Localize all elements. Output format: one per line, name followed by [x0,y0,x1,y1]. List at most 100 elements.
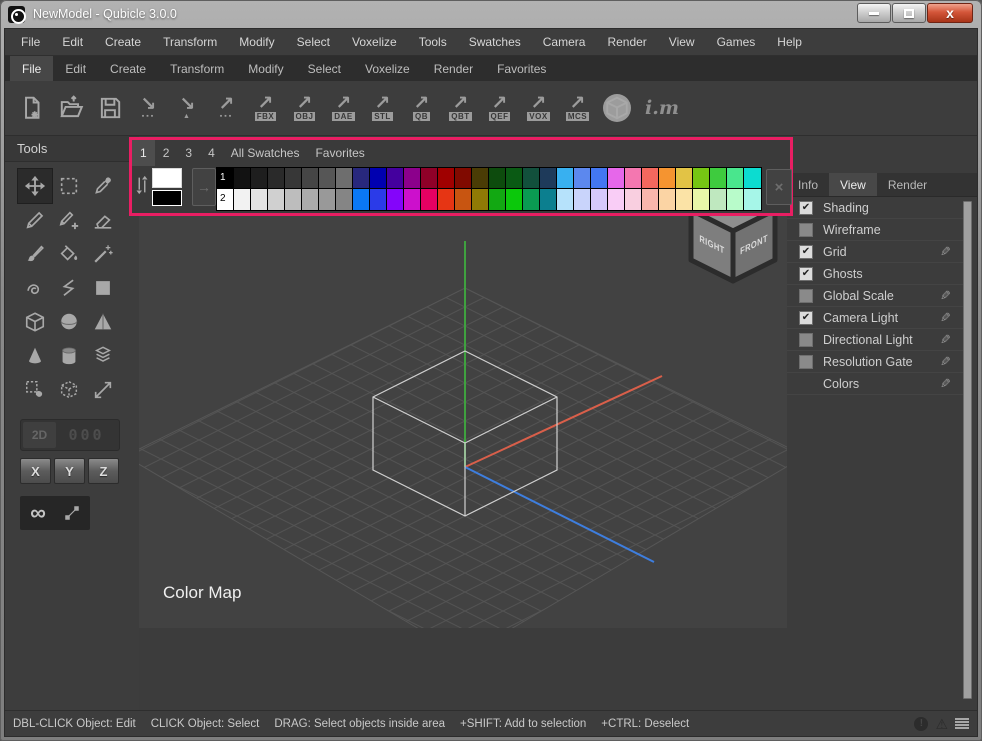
swatch[interactable] [455,189,472,210]
swatch[interactable] [438,189,455,210]
swatch[interactable] [387,189,404,210]
directional-light-checkbox[interactable] [799,333,813,347]
swatch[interactable] [710,189,727,210]
swatch[interactable] [506,189,523,210]
menu-render[interactable]: Render [596,29,657,55]
swatch[interactable] [625,189,642,210]
erase-tool[interactable] [86,203,120,237]
swatch[interactable] [557,168,574,189]
swatch[interactable] [540,189,557,210]
delete-swatch-button[interactable]: × [766,169,792,205]
swatch[interactable] [523,189,540,210]
color-picker-tool[interactable] [86,169,120,203]
edit-pencil-icon[interactable]: ✎ [940,288,951,304]
swatch[interactable] [455,168,472,189]
swatch[interactable] [336,168,353,189]
rect-select-tool[interactable] [52,169,86,203]
menu-swatches[interactable]: Swatches [458,29,532,55]
swatch-tab-3[interactable]: 3 [177,140,200,166]
panel-scrollbar[interactable] [963,201,972,699]
menu-games[interactable]: Games [706,29,767,55]
swatch[interactable] [404,189,421,210]
menu-help[interactable]: Help [766,29,813,55]
swatch[interactable] [319,168,336,189]
scene-3d-view[interactable]: TOP RIGHT FRONT ⌂ Color Map [139,169,787,628]
menu-create[interactable]: Create [94,29,152,55]
toolbar-sketchfab-button[interactable] [600,87,633,129]
swatch[interactable] [693,189,710,210]
menu-edit[interactable]: Edit [51,29,94,55]
swatch[interactable] [642,168,659,189]
background-color[interactable] [152,190,182,206]
swatch[interactable] [625,168,642,189]
swatch[interactable] [472,189,489,210]
close-button[interactable]: x [927,3,973,23]
swatch[interactable] [421,168,438,189]
swatch[interactable] [353,168,370,189]
swatch[interactable] [710,168,727,189]
foreground-color[interactable] [152,168,182,188]
edit-pencil-icon[interactable]: ✎ [940,244,951,260]
grid-checkbox[interactable]: ✔ [799,245,813,259]
swatch[interactable] [676,168,693,189]
ribbon-tab-favorites[interactable]: Favorites [485,56,558,81]
swatch[interactable] [727,168,744,189]
swatch[interactable] [251,189,268,210]
swatch[interactable] [540,168,557,189]
menu-view[interactable]: View [658,29,706,55]
swatch[interactable] [591,189,608,210]
tab-view[interactable]: View [829,173,877,196]
magic-wand-tool[interactable] [86,237,120,271]
cylinder-tool[interactable] [52,339,86,373]
swatch[interactable] [302,189,319,210]
swatch[interactable]: 2 [217,189,234,210]
toolbar-export-fbx-button[interactable]: ↗FBX [249,87,282,129]
swatch[interactable] [744,189,761,210]
line-tool[interactable] [52,271,86,305]
toolbar-import-button[interactable]: ↘▪▪▪ [132,87,165,129]
ribbon-tab-edit[interactable]: Edit [53,56,98,81]
toolbar-export-mcs-button[interactable]: ↗MCS [561,87,594,129]
slice-tool[interactable] [86,339,120,373]
minimize-button[interactable] [857,3,891,23]
tab-render[interactable]: Render [877,173,938,196]
toolbar-export-qbt-button[interactable]: ↗QBT [444,87,477,129]
ribbon-tab-file[interactable]: File [10,56,53,81]
swatch[interactable] [285,189,302,210]
swatch[interactable] [438,168,455,189]
swatch[interactable] [574,168,591,189]
menu-select[interactable]: Select [286,29,341,55]
toolbar-import-mesh-button[interactable]: ↘▲ [171,87,204,129]
swatch-tab-favorites[interactable]: Favorites [307,140,372,166]
axis-y-button[interactable]: Y [54,458,85,484]
menu-tools[interactable]: Tools [408,29,458,55]
pull-tool[interactable] [18,271,52,305]
swatch[interactable] [506,168,523,189]
swatch[interactable] [268,189,285,210]
menu-modify[interactable]: Modify [228,29,285,55]
camera-light-checkbox[interactable]: ✔ [799,311,813,325]
mask-button[interactable]: ∞ [22,498,54,528]
swatch-tab-all-swatches[interactable]: All Swatches [223,140,308,166]
menu-voxelize[interactable]: Voxelize [341,29,408,55]
ribbon-tab-voxelize[interactable]: Voxelize [353,56,422,81]
pyramid-tool[interactable] [86,305,120,339]
swatch[interactable] [557,189,574,210]
swatch[interactable] [421,189,438,210]
line-mode-button[interactable] [56,498,88,528]
toolbar-export-dae-button[interactable]: ↗DAE [327,87,360,129]
swatch[interactable] [387,168,404,189]
ribbon-tab-transform[interactable]: Transform [158,56,236,81]
ribbon-tab-modify[interactable]: Modify [236,56,295,81]
global-scale-checkbox[interactable] [799,289,813,303]
sphere-tool[interactable] [52,305,86,339]
swatch[interactable] [353,189,370,210]
swatch[interactable] [489,189,506,210]
ribbon-tab-render[interactable]: Render [422,56,485,81]
info-icon[interactable]: ! [914,717,928,731]
log-list-icon[interactable] [955,718,969,729]
swatch-tab-2[interactable]: 2 [155,140,178,166]
move-tool[interactable] [18,169,52,203]
2d-mode-button[interactable]: 2D [23,422,56,448]
swatch-tab-1[interactable]: 1 [132,140,155,166]
